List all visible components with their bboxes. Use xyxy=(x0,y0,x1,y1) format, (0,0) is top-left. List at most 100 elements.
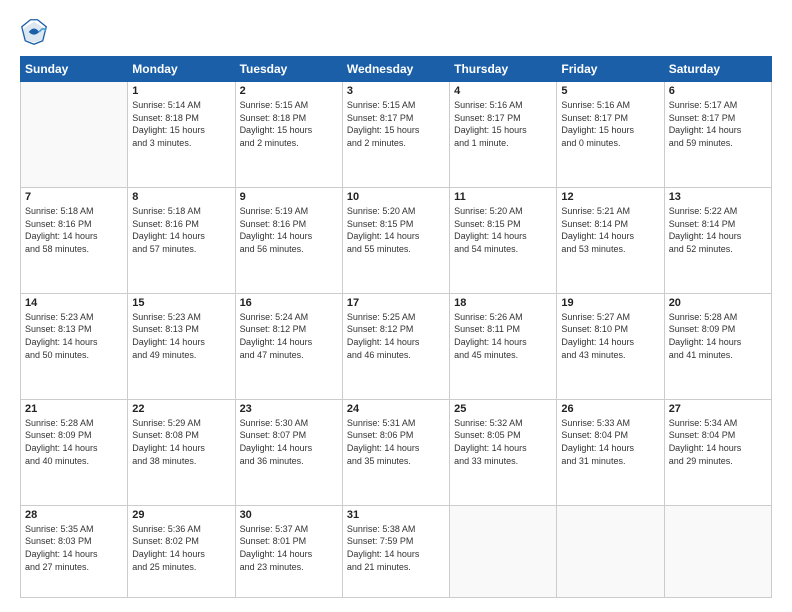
day-info: Sunrise: 5:37 AM Sunset: 8:01 PM Dayligh… xyxy=(240,523,338,573)
day-info: Sunrise: 5:31 AM Sunset: 8:06 PM Dayligh… xyxy=(347,417,445,467)
weekday-header: Thursday xyxy=(450,57,557,82)
day-info: Sunrise: 5:21 AM Sunset: 8:14 PM Dayligh… xyxy=(561,205,659,255)
calendar-day-cell: 22 Sunrise: 5:29 AM Sunset: 8:08 PM Dayli… xyxy=(128,399,235,505)
header xyxy=(20,18,772,46)
day-number: 22 xyxy=(132,403,230,415)
day-info: Sunrise: 5:35 AM Sunset: 8:03 PM Dayligh… xyxy=(25,523,123,573)
day-info: Sunrise: 5:32 AM Sunset: 8:05 PM Dayligh… xyxy=(454,417,552,467)
day-info: Sunrise: 5:25 AM Sunset: 8:12 PM Dayligh… xyxy=(347,311,445,361)
day-number: 20 xyxy=(669,297,767,309)
day-number: 30 xyxy=(240,509,338,521)
day-number: 24 xyxy=(347,403,445,415)
calendar-week-row: 28 Sunrise: 5:35 AM Sunset: 8:03 PM Dayli… xyxy=(21,505,772,597)
day-number: 31 xyxy=(347,509,445,521)
calendar-day-cell: 1 Sunrise: 5:14 AM Sunset: 8:18 PM Daylig… xyxy=(128,82,235,188)
logo xyxy=(20,18,52,46)
calendar-day-cell: 29 Sunrise: 5:36 AM Sunset: 8:02 PM Dayli… xyxy=(128,505,235,597)
calendar-day-cell: 11 Sunrise: 5:20 AM Sunset: 8:15 PM Dayli… xyxy=(450,187,557,293)
calendar-day-cell: 9Sunrise: 5:19 AM Sunset: 8:16 PM Daylig… xyxy=(235,187,342,293)
calendar-day-cell: 20Sunrise: 5:28 AM Sunset: 8:09 PM Dayli… xyxy=(664,293,771,399)
calendar-day-cell: 15 Sunrise: 5:23 AM Sunset: 8:13 PM Dayli… xyxy=(128,293,235,399)
day-info: Sunrise: 5:17 AM Sunset: 8:17 PM Dayligh… xyxy=(669,99,767,149)
day-info: Sunrise: 5:36 AM Sunset: 8:02 PM Dayligh… xyxy=(132,523,230,573)
logo-icon xyxy=(20,18,48,46)
weekday-header: Saturday xyxy=(664,57,771,82)
weekday-header: Monday xyxy=(128,57,235,82)
calendar-day-cell: 30 Sunrise: 5:37 AM Sunset: 8:01 PM Dayli… xyxy=(235,505,342,597)
day-info: Sunrise: 5:23 AM Sunset: 8:13 PM Dayligh… xyxy=(25,311,123,361)
day-number: 28 xyxy=(25,509,123,521)
day-number: 16 xyxy=(240,297,338,309)
weekday-header: Tuesday xyxy=(235,57,342,82)
calendar-day-cell: 3Sunrise: 5:15 AM Sunset: 8:17 PM Daylig… xyxy=(342,82,449,188)
day-info: Sunrise: 5:27 AM Sunset: 8:10 PM Dayligh… xyxy=(561,311,659,361)
day-number: 14 xyxy=(25,297,123,309)
day-number: 7 xyxy=(25,191,123,203)
calendar-day-cell: 4Sunrise: 5:16 AM Sunset: 8:17 PM Daylig… xyxy=(450,82,557,188)
day-info: Sunrise: 5:38 AM Sunset: 7:59 PM Dayligh… xyxy=(347,523,445,573)
calendar-day-cell: 5 Sunrise: 5:16 AM Sunset: 8:17 PM Daylig… xyxy=(557,82,664,188)
day-number: 3 xyxy=(347,85,445,97)
calendar-day-cell: 7 Sunrise: 5:18 AM Sunset: 8:16 PM Daylig… xyxy=(21,187,128,293)
day-info: Sunrise: 5:14 AM Sunset: 8:18 PM Dayligh… xyxy=(132,99,230,149)
day-info: Sunrise: 5:22 AM Sunset: 8:14 PM Dayligh… xyxy=(669,205,767,255)
day-info: Sunrise: 5:20 AM Sunset: 8:15 PM Dayligh… xyxy=(454,205,552,255)
day-info: Sunrise: 5:20 AM Sunset: 8:15 PM Dayligh… xyxy=(347,205,445,255)
calendar-day-cell: 27 Sunrise: 5:34 AM Sunset: 8:04 PM Dayli… xyxy=(664,399,771,505)
day-info: Sunrise: 5:16 AM Sunset: 8:17 PM Dayligh… xyxy=(454,99,552,149)
calendar-day-cell xyxy=(664,505,771,597)
day-info: Sunrise: 5:18 AM Sunset: 8:16 PM Dayligh… xyxy=(132,205,230,255)
day-info: Sunrise: 5:23 AM Sunset: 8:13 PM Dayligh… xyxy=(132,311,230,361)
day-number: 9 xyxy=(240,191,338,203)
day-number: 27 xyxy=(669,403,767,415)
calendar-week-row: 21 Sunrise: 5:28 AM Sunset: 8:09 PM Dayli… xyxy=(21,399,772,505)
calendar-header-row: SundayMondayTuesdayWednesdayThursdayFrid… xyxy=(21,57,772,82)
calendar-day-cell: 8 Sunrise: 5:18 AM Sunset: 8:16 PM Daylig… xyxy=(128,187,235,293)
calendar-day-cell: 26Sunrise: 5:33 AM Sunset: 8:04 PM Dayli… xyxy=(557,399,664,505)
calendar-day-cell: 25 Sunrise: 5:32 AM Sunset: 8:05 PM Dayli… xyxy=(450,399,557,505)
day-number: 17 xyxy=(347,297,445,309)
calendar-day-cell: 14 Sunrise: 5:23 AM Sunset: 8:13 PM Dayli… xyxy=(21,293,128,399)
day-info: Sunrise: 5:29 AM Sunset: 8:08 PM Dayligh… xyxy=(132,417,230,467)
day-number: 12 xyxy=(561,191,659,203)
day-number: 11 xyxy=(454,191,552,203)
day-number: 15 xyxy=(132,297,230,309)
calendar-day-cell: 6 Sunrise: 5:17 AM Sunset: 8:17 PM Daylig… xyxy=(664,82,771,188)
day-number: 1 xyxy=(132,85,230,97)
calendar-table: SundayMondayTuesdayWednesdayThursdayFrid… xyxy=(20,56,772,598)
weekday-header: Friday xyxy=(557,57,664,82)
day-number: 23 xyxy=(240,403,338,415)
calendar-day-cell: 28 Sunrise: 5:35 AM Sunset: 8:03 PM Dayli… xyxy=(21,505,128,597)
calendar-day-cell: 19 Sunrise: 5:27 AM Sunset: 8:10 PM Dayli… xyxy=(557,293,664,399)
day-info: Sunrise: 5:16 AM Sunset: 8:17 PM Dayligh… xyxy=(561,99,659,149)
calendar-day-cell xyxy=(557,505,664,597)
day-number: 29 xyxy=(132,509,230,521)
calendar-week-row: 7 Sunrise: 5:18 AM Sunset: 8:16 PM Daylig… xyxy=(21,187,772,293)
calendar-day-cell: 24 Sunrise: 5:31 AM Sunset: 8:06 PM Dayli… xyxy=(342,399,449,505)
calendar-day-cell: 31 Sunrise: 5:38 AM Sunset: 7:59 PM Dayli… xyxy=(342,505,449,597)
calendar-day-cell: 2Sunrise: 5:15 AM Sunset: 8:18 PM Daylig… xyxy=(235,82,342,188)
page: SundayMondayTuesdayWednesdayThursdayFrid… xyxy=(0,0,792,612)
calendar-day-cell: 16 Sunrise: 5:24 AM Sunset: 8:12 PM Dayli… xyxy=(235,293,342,399)
calendar-day-cell: 13 Sunrise: 5:22 AM Sunset: 8:14 PM Dayli… xyxy=(664,187,771,293)
day-number: 5 xyxy=(561,85,659,97)
day-number: 8 xyxy=(132,191,230,203)
weekday-header: Sunday xyxy=(21,57,128,82)
day-info: Sunrise: 5:24 AM Sunset: 8:12 PM Dayligh… xyxy=(240,311,338,361)
day-number: 26 xyxy=(561,403,659,415)
day-number: 2 xyxy=(240,85,338,97)
day-number: 6 xyxy=(669,85,767,97)
day-info: Sunrise: 5:26 AM Sunset: 8:11 PM Dayligh… xyxy=(454,311,552,361)
calendar-day-cell: 18Sunrise: 5:26 AM Sunset: 8:11 PM Dayli… xyxy=(450,293,557,399)
day-info: Sunrise: 5:28 AM Sunset: 8:09 PM Dayligh… xyxy=(25,417,123,467)
calendar-week-row: 14 Sunrise: 5:23 AM Sunset: 8:13 PM Dayli… xyxy=(21,293,772,399)
day-number: 25 xyxy=(454,403,552,415)
calendar-day-cell: 23Sunrise: 5:30 AM Sunset: 8:07 PM Dayli… xyxy=(235,399,342,505)
day-number: 10 xyxy=(347,191,445,203)
day-info: Sunrise: 5:34 AM Sunset: 8:04 PM Dayligh… xyxy=(669,417,767,467)
day-number: 21 xyxy=(25,403,123,415)
calendar-day-cell: 21 Sunrise: 5:28 AM Sunset: 8:09 PM Dayli… xyxy=(21,399,128,505)
day-info: Sunrise: 5:18 AM Sunset: 8:16 PM Dayligh… xyxy=(25,205,123,255)
day-number: 19 xyxy=(561,297,659,309)
day-number: 13 xyxy=(669,191,767,203)
